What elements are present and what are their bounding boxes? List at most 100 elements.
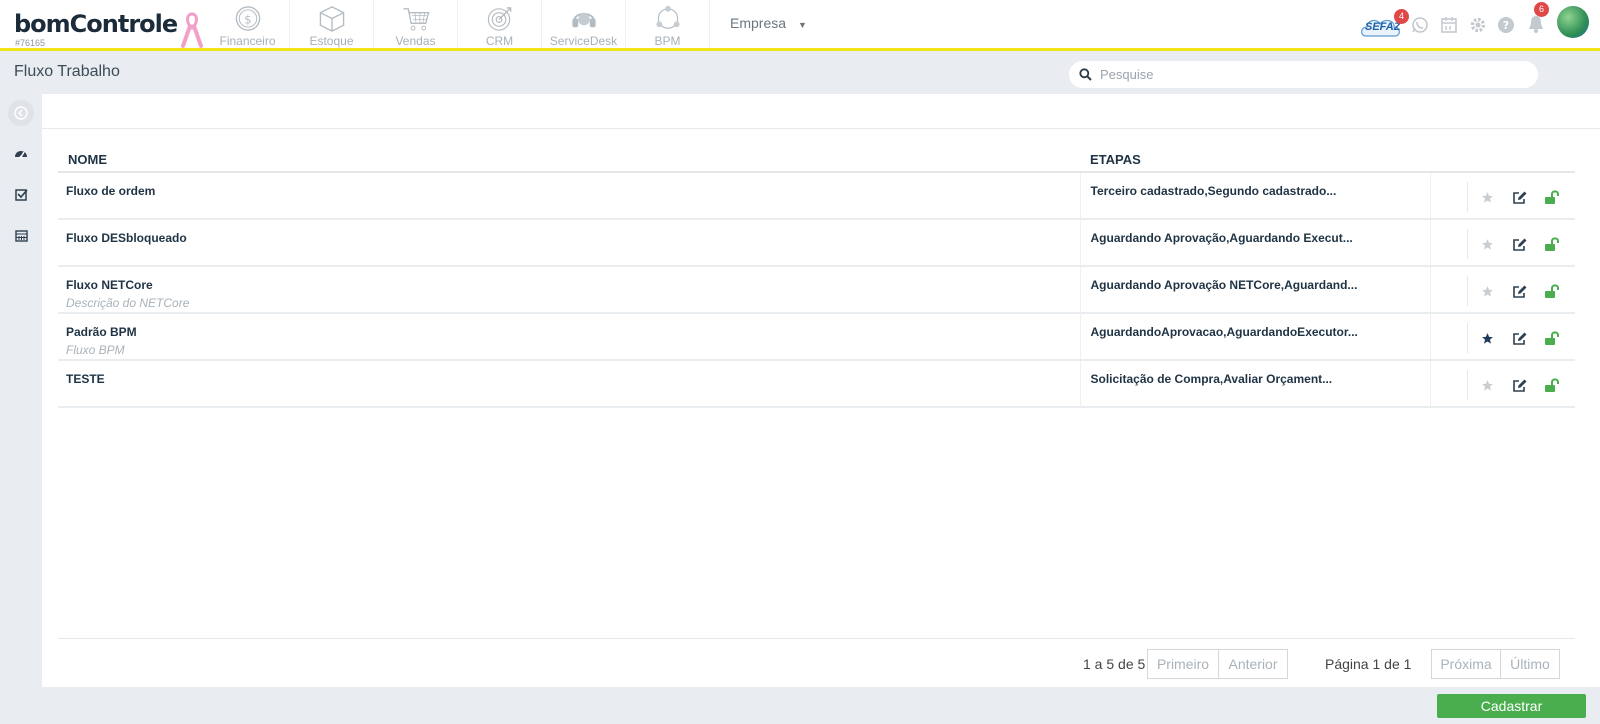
module-crm[interactable]: CRM bbox=[458, 0, 542, 48]
unlock-button[interactable] bbox=[1536, 374, 1568, 396]
favorite-star-button[interactable] bbox=[1472, 374, 1504, 396]
edit-icon bbox=[1512, 238, 1526, 251]
star-icon bbox=[1482, 191, 1493, 203]
unlock-button[interactable] bbox=[1536, 233, 1568, 255]
module-servicedesk[interactable]: ServiceDesk bbox=[542, 0, 626, 48]
sidebar-item-calendar[interactable] bbox=[12, 226, 30, 244]
unlock-icon bbox=[1544, 189, 1559, 204]
unlock-icon bbox=[1544, 236, 1559, 251]
unlock-button[interactable] bbox=[1536, 186, 1568, 208]
workflow-stages: Aguardando Aprovação NETCore,Aguardand..… bbox=[1090, 278, 1358, 292]
row-actions bbox=[1466, 323, 1576, 353]
table-row[interactable]: TESTE Solicitação de Compra,Avaliar Orçam… bbox=[58, 360, 1576, 408]
edit-button[interactable] bbox=[1504, 280, 1536, 302]
help-icon: ? bbox=[1498, 17, 1514, 33]
cell-nome: Fluxo DESbloqueado bbox=[58, 219, 1080, 267]
next-page-button[interactable]: Próxima bbox=[1431, 649, 1501, 679]
favorite-star-button[interactable] bbox=[1472, 233, 1504, 255]
favorite-star-button[interactable] bbox=[1472, 327, 1504, 349]
edit-button[interactable] bbox=[1504, 374, 1536, 396]
user-avatar[interactable] bbox=[1557, 6, 1589, 38]
search-input[interactable] bbox=[1100, 67, 1500, 82]
edit-button[interactable] bbox=[1504, 233, 1536, 255]
chevron-left-icon bbox=[14, 106, 28, 120]
module-label: Estoque bbox=[309, 34, 354, 48]
calendar-button[interactable] bbox=[1439, 15, 1459, 35]
previous-page-button[interactable]: Anterior bbox=[1218, 649, 1288, 679]
star-icon bbox=[1482, 285, 1493, 297]
sidebar-item-tasks[interactable] bbox=[12, 185, 30, 203]
help-button[interactable]: ? bbox=[1496, 15, 1516, 35]
workflow-name[interactable]: TESTE bbox=[66, 372, 1080, 386]
sidebar-toggle-button[interactable] bbox=[8, 100, 34, 126]
page-current: 1 bbox=[1372, 656, 1381, 672]
footer-divider bbox=[58, 638, 1575, 639]
column-header-etapas[interactable]: ETAPAS bbox=[1080, 148, 1430, 173]
bell-icon bbox=[1529, 16, 1543, 33]
workflow-name[interactable]: Fluxo NETCore bbox=[66, 278, 1080, 292]
cell-actions bbox=[1429, 266, 1575, 314]
panel-toolbar bbox=[42, 94, 1600, 129]
last-page-button[interactable]: Último bbox=[1500, 649, 1560, 679]
table-row[interactable]: Fluxo NETCore Descrição do NETCore Aguarda… bbox=[58, 266, 1575, 314]
favorite-star-button[interactable] bbox=[1472, 280, 1504, 302]
sidebar-item-dashboard[interactable] bbox=[12, 144, 30, 162]
whatsapp-button[interactable] bbox=[1410, 15, 1430, 35]
module-bpm[interactable]: BPM bbox=[626, 0, 710, 48]
cell-actions bbox=[1429, 172, 1576, 220]
headset-icon bbox=[571, 12, 596, 28]
page-title: Fluxo Trabalho bbox=[14, 63, 120, 80]
star-icon bbox=[1482, 238, 1493, 250]
unlock-icon bbox=[1544, 283, 1559, 298]
settings-button[interactable] bbox=[1468, 15, 1488, 35]
page-total: 1 bbox=[1403, 656, 1412, 672]
star-icon bbox=[1482, 332, 1493, 344]
workflow-name[interactable]: Fluxo de ordem bbox=[66, 184, 1080, 198]
workflow-name[interactable]: Padrão BPM bbox=[66, 325, 1080, 339]
first-page-button[interactable]: Primeiro bbox=[1147, 649, 1219, 679]
cell-nome: Padrão BPM Fluxo BPM bbox=[58, 313, 1080, 361]
workflow-stages: Aguardando Aprovação,Aguardando Execut..… bbox=[1090, 231, 1353, 245]
module-label: Financeiro bbox=[219, 34, 276, 48]
cell-actions bbox=[1429, 313, 1576, 361]
whatsapp-icon bbox=[1412, 17, 1428, 33]
cell-etapas: Terceiro cadastrado,Segundo cadastrado..… bbox=[1079, 172, 1430, 220]
edit-icon bbox=[1512, 332, 1526, 345]
workflow-name[interactable]: Fluxo DESbloqueado bbox=[66, 231, 1080, 245]
table-row[interactable]: Fluxo DESbloqueado Aguardando Aprovação,A… bbox=[58, 219, 1576, 267]
favorite-star-button[interactable] bbox=[1472, 186, 1504, 208]
table-row[interactable]: Fluxo de ordem Terceiro cadastrado,Segund… bbox=[58, 172, 1576, 220]
cell-actions bbox=[1429, 219, 1576, 267]
table-row[interactable]: Padrão BPM Fluxo BPM AguardandoAprovacao,A… bbox=[58, 313, 1576, 361]
sefaz-button[interactable]: SEFAZ 4 bbox=[1358, 9, 1409, 40]
unlock-button[interactable] bbox=[1536, 280, 1568, 302]
module-nav: $ Financeiro Estoque Vendas CRM ServiceD… bbox=[206, 0, 710, 48]
network-icon bbox=[655, 5, 680, 29]
edit-button[interactable] bbox=[1504, 327, 1536, 349]
sefaz-badge: 4 bbox=[1394, 9, 1409, 24]
register-button[interactable]: Cadastrar bbox=[1437, 694, 1586, 718]
row-actions bbox=[1466, 229, 1576, 259]
row-actions bbox=[1466, 182, 1576, 212]
notifications-button[interactable]: 6 bbox=[1525, 2, 1549, 35]
cell-etapas: Aguardando Aprovação NETCore,Aguardand..… bbox=[1079, 266, 1430, 314]
module-vendas[interactable]: Vendas bbox=[374, 0, 458, 48]
module-estoque[interactable]: Estoque bbox=[290, 0, 374, 48]
row-actions bbox=[1466, 370, 1576, 400]
company-dropdown[interactable]: Empresa ▼ bbox=[730, 15, 807, 31]
svg-text:?: ? bbox=[1503, 19, 1509, 32]
workflow-description: Descrição do NETCore bbox=[66, 296, 190, 310]
cell-etapas: AguardandoAprovacao,AguardandoExecutor..… bbox=[1079, 313, 1430, 361]
module-financeiro[interactable]: $ Financeiro bbox=[206, 0, 290, 48]
brand-logo[interactable]: bomControle bbox=[14, 10, 178, 38]
calendar-icon bbox=[14, 229, 28, 242]
unlock-button[interactable] bbox=[1536, 327, 1568, 349]
main-panel: NOME ETAPAS Fluxo de ordem Terceiro cadas… bbox=[42, 94, 1600, 687]
cell-nome: Fluxo de ordem bbox=[58, 172, 1080, 220]
column-header-nome[interactable]: NOME bbox=[58, 148, 1080, 173]
page-label: Página bbox=[1325, 656, 1369, 672]
edit-icon bbox=[1512, 191, 1526, 204]
cell-etapas: Aguardando Aprovação,Aguardando Execut..… bbox=[1079, 219, 1430, 267]
edit-button[interactable] bbox=[1504, 186, 1536, 208]
search-box bbox=[1069, 61, 1538, 88]
